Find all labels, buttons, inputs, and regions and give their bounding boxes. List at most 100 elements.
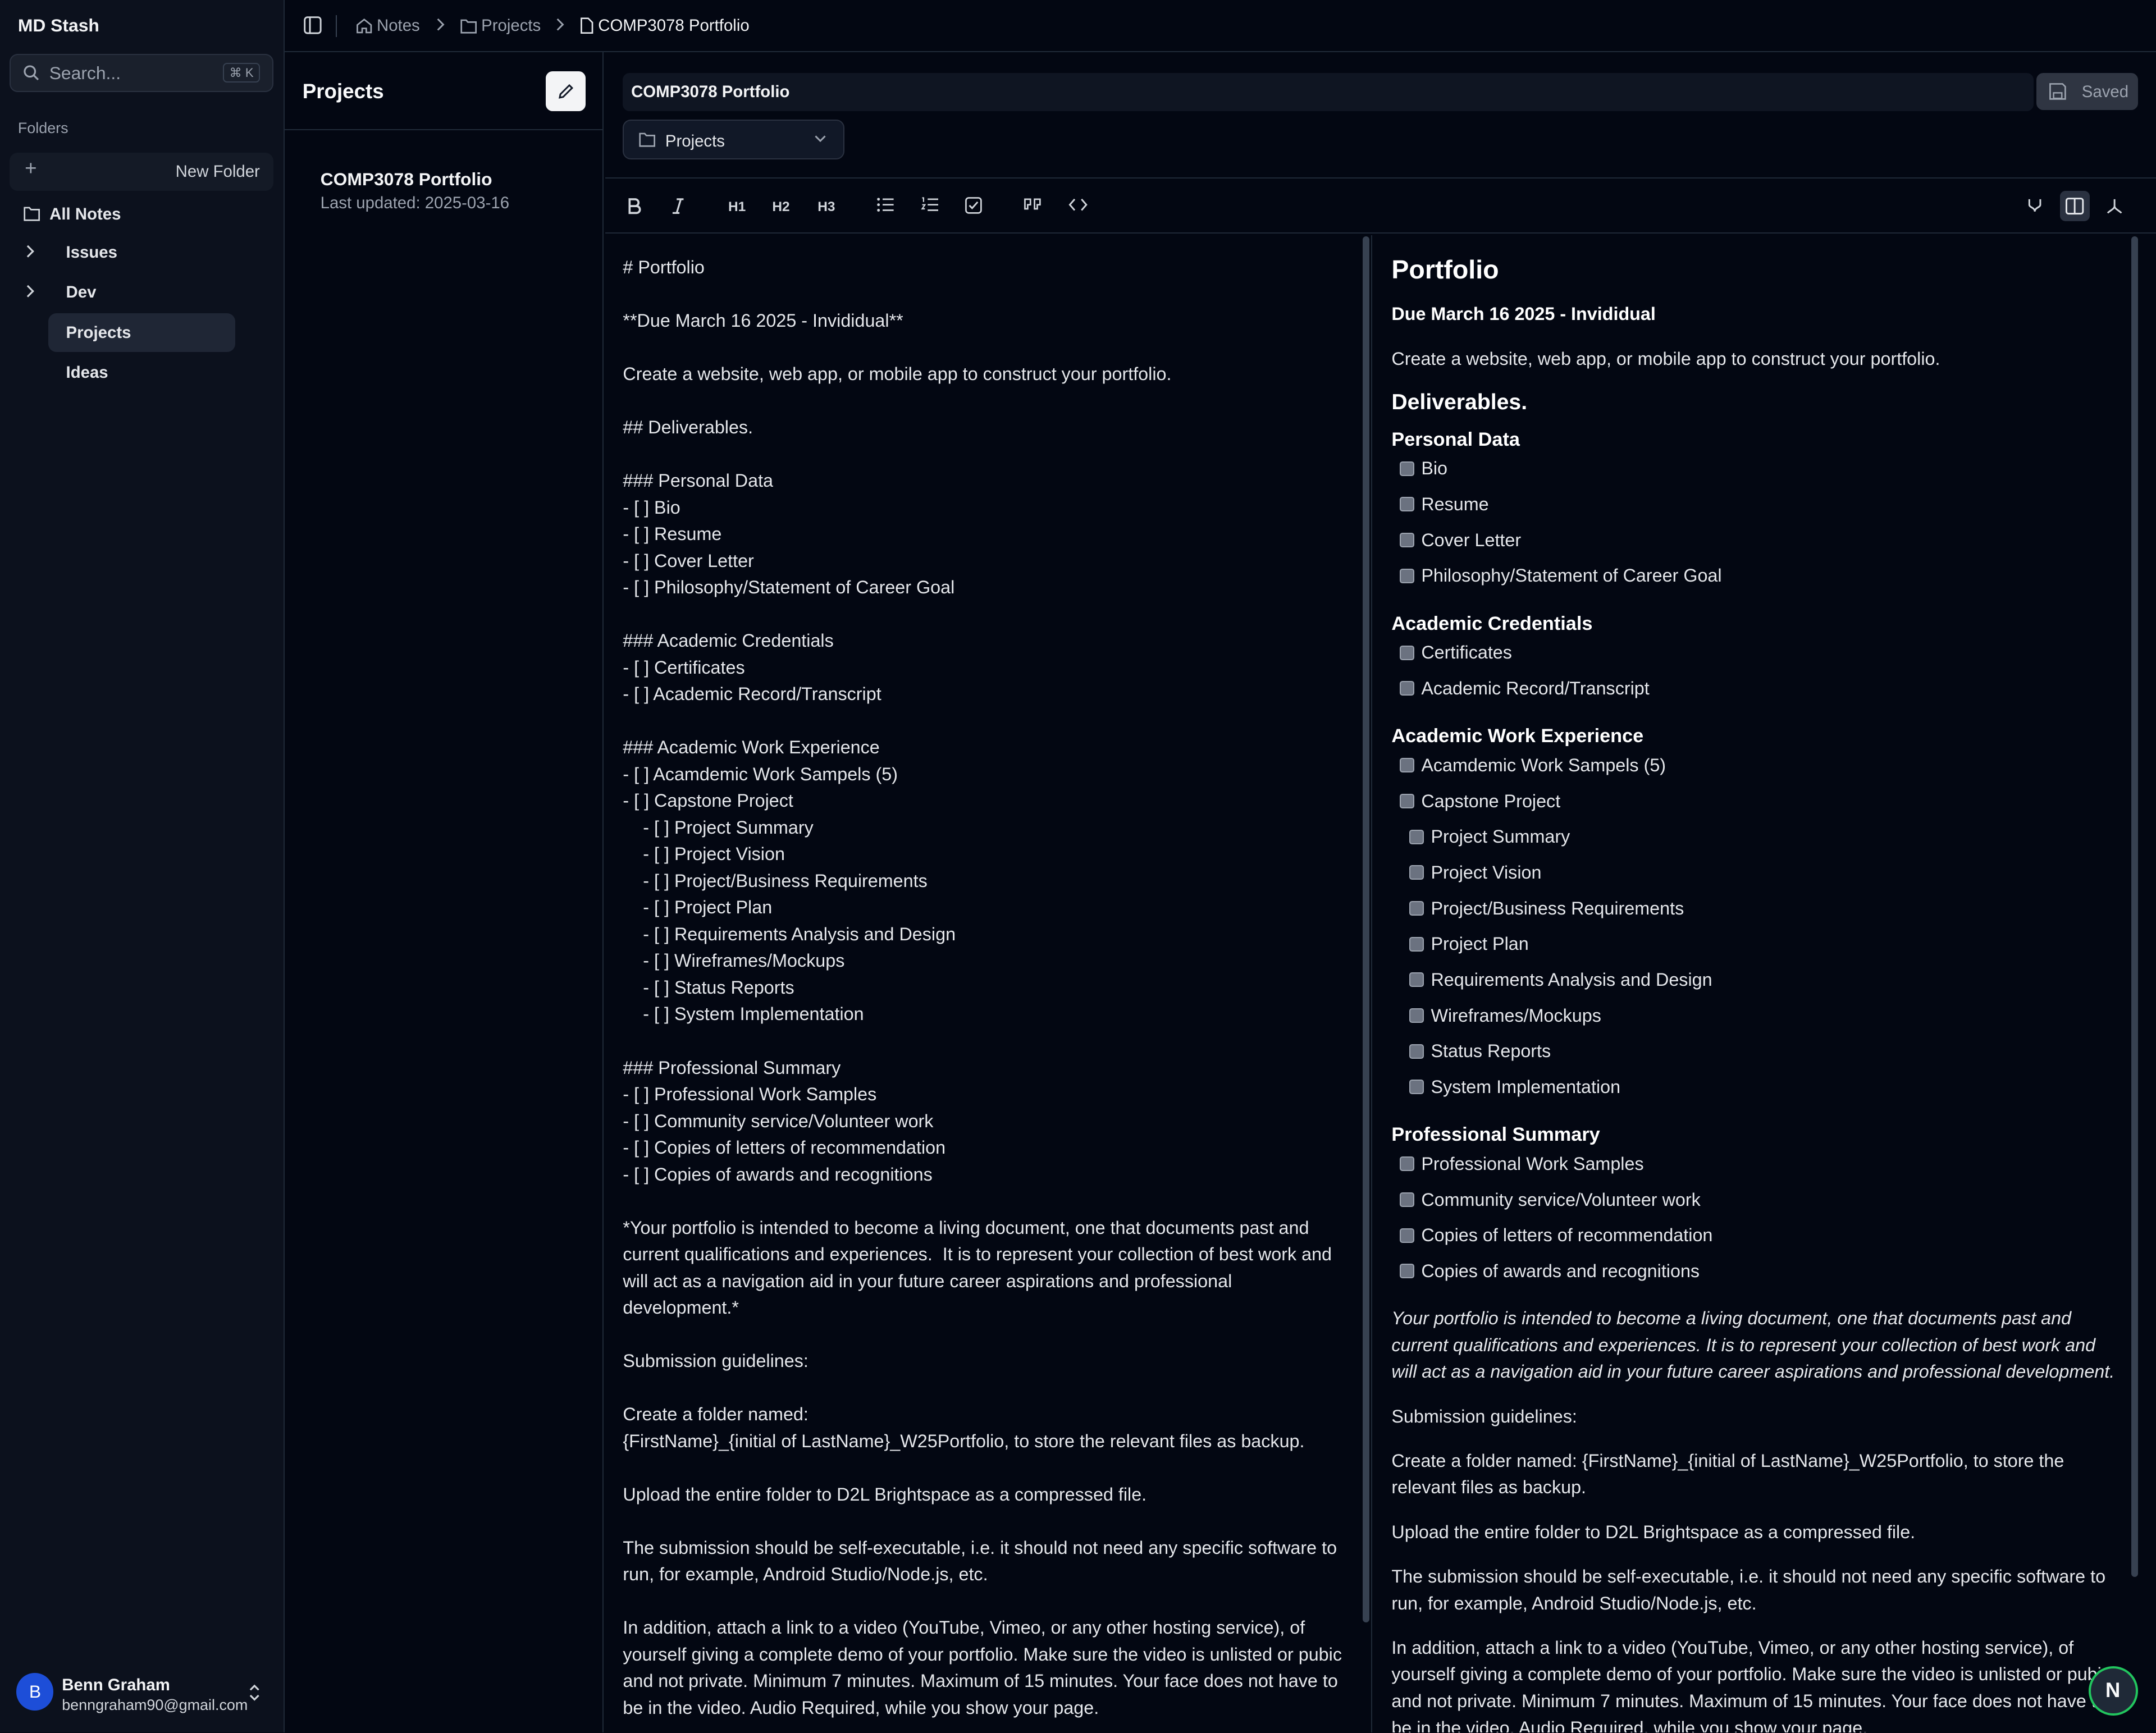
note-title-value: COMP3078 Portfolio	[631, 82, 790, 101]
folder-select[interactable]: Projects	[623, 120, 844, 160]
search-placeholder: Search...	[49, 63, 121, 84]
sidebar-item-label: Ideas	[66, 363, 108, 382]
new-note-button[interactable]	[546, 71, 586, 112]
note-title-input[interactable]: COMP3078 Portfolio	[623, 72, 2034, 112]
checkbox[interactable]	[1409, 865, 1424, 880]
new-folder-label: New Folder	[175, 162, 260, 181]
markdown-editor[interactable]: # Portfolio **Due March 16 2025 - Invidi…	[605, 235, 1370, 1732]
preview-scrollbar[interactable]	[2131, 236, 2139, 1577]
new-folder-button[interactable]: + New Folder	[10, 152, 274, 191]
chevron-right-icon[interactable]	[25, 243, 36, 259]
preview-heading-1: Portfolio	[1391, 255, 1499, 285]
preview-only-view-button[interactable]	[2100, 191, 2130, 221]
editor-scrollbar[interactable]	[1362, 236, 1370, 1622]
checkbox[interactable]	[1400, 461, 1415, 476]
user-menu[interactable]: B Benn Graham benngraham90@gmail.com	[0, 1657, 283, 1732]
breadcrumb-label: COMP3078 Portfolio	[598, 16, 750, 35]
checkbox[interactable]	[1400, 1228, 1415, 1243]
chevron-right-icon[interactable]	[25, 283, 36, 299]
checkbox[interactable]	[1409, 936, 1424, 952]
sidebar-item-dev[interactable]: Dev	[12, 273, 260, 312]
assistant-floating-button[interactable]: N	[2089, 1666, 2139, 1716]
saved-button[interactable]: Saved	[2036, 72, 2139, 110]
bullet-list-button[interactable]	[870, 191, 901, 221]
heading3-button[interactable]: H3	[811, 191, 842, 221]
breadcrumb-projects[interactable]: Projects	[460, 16, 541, 35]
search-input[interactable]: Search... ⌘ K	[10, 53, 274, 93]
note-list-item-title[interactable]: COMP3078 Portfolio	[321, 169, 492, 190]
preview-intro: Create a website, web app, or mobile app…	[1391, 348, 1940, 369]
heading2-button[interactable]: H2	[766, 191, 796, 221]
folder-icon	[23, 207, 40, 221]
split-view-button[interactable]	[2059, 191, 2090, 222]
avatar: B	[16, 1673, 54, 1711]
checkbox[interactable]	[1409, 1044, 1424, 1059]
home-icon	[357, 18, 372, 34]
sidebar-item-all-notes[interactable]: All Notes	[12, 195, 260, 234]
checklist-item: Professional Work Samples	[1391, 1151, 2123, 1187]
markdown-preview: Portfolio Due March 16 2025 - Invididual…	[1372, 235, 2142, 1732]
checklist-item-label: Acamdemic Work Sampels (5)	[1421, 755, 1666, 775]
checkbox[interactable]	[1409, 829, 1424, 844]
user-email: benngraham90@gmail.com	[62, 1697, 248, 1714]
checkbox[interactable]	[1409, 1080, 1424, 1095]
italic-button[interactable]	[663, 191, 693, 221]
italic-icon	[672, 198, 684, 214]
notes-panel-header: Projects	[284, 52, 602, 131]
bold-icon	[628, 198, 641, 214]
plus-icon: +	[25, 157, 37, 180]
checkbox[interactable]	[1400, 1264, 1415, 1279]
checklist-item: Wireframes/Mockups	[1391, 1003, 2123, 1039]
task-list-button[interactable]	[958, 191, 989, 221]
checkbox[interactable]	[1400, 497, 1415, 512]
checkbox[interactable]	[1400, 681, 1415, 696]
chevron-up-down-icon[interactable]	[248, 1683, 261, 1702]
checkbox[interactable]	[1409, 901, 1424, 916]
checkbox[interactable]	[1400, 1156, 1415, 1172]
checklist-item: Community service/Volunteer work	[1391, 1187, 2123, 1223]
formatting-toolbar: H1 H2 H3	[605, 179, 2156, 234]
search-shortcut: ⌘ K	[222, 63, 261, 83]
preview-paragraphs: Submission guidelines: Create a folder na…	[1391, 1403, 2123, 1732]
preview-italic-text: Your portfolio is intended to become a l…	[1391, 1308, 2115, 1382]
checklist-item-label: Copies of awards and recognitions	[1421, 1260, 1700, 1281]
bold-button[interactable]	[619, 191, 649, 221]
checkbox[interactable]	[1400, 645, 1415, 660]
editor-only-view-button[interactable]	[2020, 191, 2050, 221]
sidebar-item-projects[interactable]: Projects	[48, 313, 235, 352]
save-icon	[2049, 83, 2066, 100]
code-button[interactable]	[1063, 191, 1093, 221]
sidebar-item-label: All Notes	[49, 204, 121, 223]
numbered-list-button[interactable]	[915, 191, 945, 221]
checkbox[interactable]	[1400, 794, 1415, 809]
preview-heading-2: Deliverables.	[1391, 390, 1528, 415]
saved-label: Saved	[2081, 82, 2129, 101]
checklist-item-label: System Implementation	[1431, 1076, 1621, 1097]
checklist-item-label: Bio	[1421, 458, 1448, 479]
breadcrumb-notes[interactable]: Notes	[356, 16, 420, 35]
checkbox[interactable]	[1409, 1008, 1424, 1023]
preview-paragraph: The submission should be self-executable…	[1391, 1566, 2106, 1613]
preview-heading-3: Academic Work Experience	[1391, 725, 1644, 747]
checklist-item-label: Project Vision	[1431, 862, 1542, 882]
checkbox[interactable]	[1400, 1192, 1415, 1208]
sidebar-item-issues[interactable]: Issues	[12, 234, 260, 272]
quote-button[interactable]	[1017, 191, 1048, 221]
checklist-item-label: Project Plan	[1431, 934, 1529, 954]
checkbox[interactable]	[1400, 568, 1415, 583]
sidebar-toggle-icon[interactable]	[304, 16, 322, 34]
checklist-item-label: Philosophy/Statement of Career Goal	[1421, 565, 1722, 586]
preview-italic-note: Your portfolio is intended to become a l…	[1391, 1305, 2123, 1386]
search-icon	[24, 65, 39, 80]
checkbox[interactable]	[1409, 972, 1424, 987]
markdown-source: # Portfolio **Due March 16 2025 - Invidi…	[623, 257, 1342, 1718]
checkbox[interactable]	[1400, 758, 1415, 773]
sidebar-item-ideas[interactable]: Ideas	[48, 353, 235, 392]
checklist-item-label: Copies of letters of recommendation	[1421, 1225, 1713, 1246]
preview-paragraph: In addition, attach a link to a video (Y…	[1391, 1637, 2111, 1732]
numbered-list-icon	[920, 197, 939, 211]
merge-icon	[2107, 199, 2122, 214]
checkbox[interactable]	[1400, 533, 1415, 548]
checklist-item-label: Project/Business Requirements	[1431, 898, 1684, 918]
heading1-button[interactable]: H1	[722, 191, 752, 221]
